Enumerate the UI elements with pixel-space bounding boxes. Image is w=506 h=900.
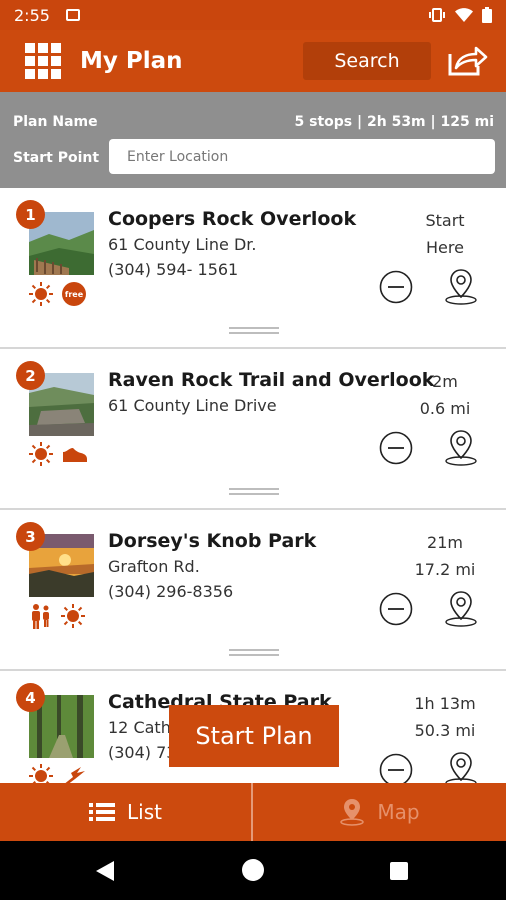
list-item[interactable]: 1 free Coopers Rock Overlook 61 County L… — [0, 188, 506, 349]
stop-distance: 17.2 mi — [414, 560, 476, 579]
stop-phone[interactable]: (304) 73 — [108, 743, 176, 762]
sun-icon — [29, 282, 53, 306]
system-nav-bar — [0, 841, 506, 900]
bird-icon — [65, 767, 85, 783]
stop-address: 12 Cath — [108, 718, 171, 737]
stop-name[interactable]: Coopers Rock Overlook — [108, 208, 356, 230]
amenity-icons — [29, 442, 89, 466]
stop-time: 2m — [432, 372, 458, 391]
free-badge-icon: free — [62, 282, 86, 306]
amenity-icons — [29, 764, 87, 783]
remove-stop-button[interactable] — [379, 753, 413, 783]
map-pin-icon — [340, 799, 365, 826]
stop-name[interactable]: Raven Rock Trail and Overlook — [108, 369, 434, 391]
stop-address: 61 County Line Dr. — [108, 235, 257, 254]
list-item[interactable]: 2 Raven Rock Trail and Overlook 61 Count… — [0, 349, 506, 510]
stop-distance: 0.6 mi — [419, 399, 471, 418]
recents-icon[interactable] — [390, 862, 408, 880]
status-time: 2:55 — [14, 5, 50, 25]
amenity-icons — [29, 603, 85, 629]
free-badge-label: free — [65, 290, 84, 299]
home-icon[interactable] — [242, 859, 264, 881]
wifi-icon — [455, 8, 473, 22]
status-icons — [428, 7, 492, 23]
family-icon — [32, 604, 49, 629]
grid-menu-icon[interactable] — [25, 43, 61, 79]
stop-meta: 1h 13m 50.3 mi — [388, 690, 478, 744]
stop-distance: Here — [426, 238, 464, 257]
stop-address: Grafton Rd. — [108, 557, 200, 576]
share-icon[interactable] — [446, 44, 488, 78]
start-plan-button[interactable]: Start Plan — [169, 705, 339, 767]
plan-stats: 5 stops | 2h 53m | 125 mi — [294, 114, 494, 130]
tab-list[interactable]: List — [0, 783, 253, 841]
search-button[interactable]: Search — [303, 42, 431, 80]
tab-map-label: Map — [377, 800, 420, 824]
drag-handle[interactable] — [229, 488, 279, 496]
start-location-input[interactable] — [109, 139, 495, 174]
remove-stop-button[interactable] — [379, 431, 413, 465]
sun-icon — [29, 442, 53, 466]
map-pin-icon[interactable] — [443, 588, 479, 628]
sun-icon — [61, 604, 85, 628]
stop-distance: 50.3 mi — [414, 721, 476, 740]
status-bar: 2:55 — [0, 0, 506, 30]
stop-number: 4 — [16, 683, 45, 712]
drag-handle[interactable] — [229, 649, 279, 657]
stop-time: 1h 13m — [414, 694, 476, 713]
map-pin-icon[interactable] — [443, 266, 479, 306]
list-item[interactable]: 3 Dorsey's Knob Park Grafton Rd. (304) 2… — [0, 510, 506, 671]
stop-number: 3 — [16, 522, 45, 551]
map-pin-icon[interactable] — [443, 427, 479, 467]
plan-name-label: Plan Name — [13, 114, 98, 130]
drag-handle[interactable] — [229, 327, 279, 335]
start-point-label: Start Point — [13, 150, 100, 166]
gallery-icon — [65, 9, 80, 21]
stop-phone[interactable]: (304) 594- 1561 — [108, 260, 238, 279]
stop-phone[interactable]: (304) 296-8356 — [108, 582, 233, 601]
tab-list-label: List — [127, 800, 162, 824]
list-icon — [89, 803, 116, 821]
stop-meta: 2m 0.6 mi — [388, 368, 478, 422]
stop-number: 1 — [16, 200, 45, 229]
bottom-nav: List Map — [0, 783, 506, 841]
remove-stop-button[interactable] — [379, 592, 413, 626]
battery-icon — [482, 7, 492, 23]
stop-time: 21m — [427, 533, 463, 552]
stop-address: 61 County Line Drive — [108, 396, 277, 415]
hiking-shoe-icon — [63, 448, 87, 462]
map-pin-icon[interactable] — [443, 749, 479, 783]
sun-icon — [29, 764, 53, 783]
stop-name[interactable]: Dorsey's Knob Park — [108, 530, 316, 552]
stop-meta: 21m 17.2 mi — [388, 529, 478, 583]
remove-stop-button[interactable] — [379, 270, 413, 304]
vibrate-icon — [429, 8, 445, 22]
back-icon[interactable] — [96, 861, 116, 881]
stop-time: Start — [425, 211, 465, 230]
stop-number: 2 — [16, 361, 45, 390]
tab-map[interactable]: Map — [253, 783, 506, 841]
app-bar: My Plan Search — [0, 30, 506, 92]
stop-meta: Start Here — [388, 207, 478, 261]
page-title: My Plan — [80, 48, 183, 74]
stop-list[interactable]: 1 free Coopers Rock Overlook 61 County L… — [0, 188, 506, 783]
amenity-icons: free — [29, 281, 87, 307]
plan-info-panel: Plan Name 5 stops | 2h 53m | 125 mi Star… — [0, 92, 506, 188]
